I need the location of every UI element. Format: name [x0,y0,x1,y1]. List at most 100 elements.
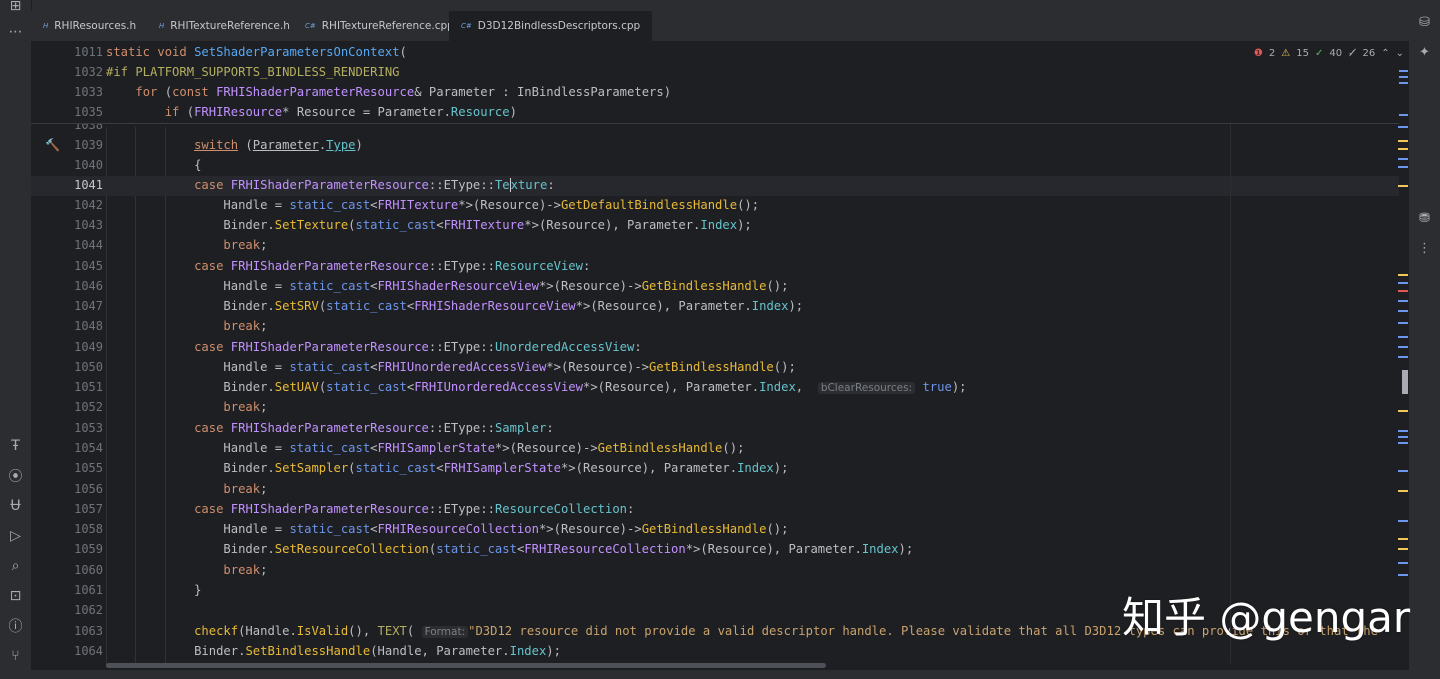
code-line[interactable]: Handle = static_cast<FRHISamplerState*>(… [106,441,744,455]
code-line[interactable]: for (const FRHIShaderParameterResource& … [106,85,671,99]
code-line[interactable]: break; [106,482,267,496]
punct: ); [898,542,914,556]
code-line[interactable]: case FRHIShaderParameterResource::EType:… [106,178,555,192]
terminal-icon[interactable]: ⊡ [0,584,31,608]
tab-rhitexturereference-h[interactable]: H RHITextureReference.h [147,11,302,41]
code-line[interactable]: break; [106,400,267,414]
punct: )-> [619,279,642,293]
keyword: static_cast [289,441,371,455]
scroll-marker[interactable] [1398,436,1408,438]
scroll-marker[interactable] [1398,346,1408,348]
punct: < [370,360,378,374]
code-line[interactable]: static void SetShaderParametersOnContext… [106,45,407,59]
scroll-marker[interactable] [1398,430,1408,432]
scroll-marker[interactable] [1398,158,1408,160]
scroll-marker[interactable] [1398,322,1408,324]
error-icon: ❶ [1253,47,1263,59]
problems-icon[interactable]: ⓘ [0,614,31,638]
code-editor[interactable]: 1038 1039 switch (Parameter.Type) 1040 {… [31,42,1409,669]
code-line[interactable]: Binder.SetSampler(static_cast<FRHISample… [106,461,788,475]
scroll-marker[interactable] [1398,548,1408,550]
tab-label: RHITextureReference.cpp [321,20,454,32]
tab-rhitexturereference-cpp[interactable]: C# RHITextureReference.cpp [293,11,466,41]
code-line[interactable]: Handle = static_cast<FRHIResourceCollect… [106,522,788,536]
ai-assistant-icon[interactable]: ✦ [1409,40,1440,64]
storage-icon[interactable]: ⛃ [1409,206,1440,230]
code-line[interactable]: } [106,583,201,597]
code-line[interactable]: { [106,158,201,172]
scroll-marker[interactable] [1398,442,1408,444]
typo-icon: ✓̸ [1348,47,1357,59]
inspection-widget[interactable]: ❶2 ⚠ 15 ✓ 40 ✓̸ 26 ⌃ ⌄ [1254,45,1404,61]
code-line[interactable]: case FRHIShaderParameterResource::EType:… [106,502,634,516]
code-line[interactable]: #if PLATFORM_SUPPORTS_BINDLESS_RENDERING [106,65,400,79]
scroll-marker[interactable] [1398,410,1408,412]
scroll-marker[interactable] [1398,562,1408,564]
services-icon[interactable]: ⦿ [0,464,31,488]
keyword: break [223,482,261,496]
text-tool-icon[interactable]: Ŧ [0,434,31,458]
code-line[interactable]: case FRHIShaderParameterResource::EType:… [106,259,590,273]
scroll-thumb[interactable] [1402,370,1408,394]
code-line[interactable]: if (FRHIResource* Resource = Parameter.R… [106,105,517,119]
code-line[interactable]: switch (Parameter.Type) [106,138,363,152]
scroll-marker[interactable] [1398,490,1408,492]
code-line[interactable]: break; [106,238,267,252]
code-line[interactable]: Handle = static_cast<FRHITexture*>(Resou… [106,198,759,212]
type-name: FRHISamplerState [443,461,561,475]
git-icon[interactable]: ⑂ [0,644,31,668]
scroll-marker[interactable] [1398,300,1408,302]
hammer-icon[interactable]: 🔨 [45,138,60,152]
code-text: Handle = [223,279,290,293]
header-file-icon: H [159,22,165,30]
chevron-down-icon[interactable]: ⌄ [1396,48,1404,59]
scroll-marker[interactable] [1398,356,1408,358]
code-line[interactable]: Binder.SetTexture(static_cast<FRHITextur… [106,218,751,232]
scroll-marker[interactable] [1398,274,1408,276]
unit-tests-icon[interactable]: Ʉ [0,494,31,518]
scroll-marker[interactable] [1398,336,1408,338]
horizontal-scrollbar[interactable] [106,663,826,668]
notifications-icon[interactable]: ⋮ [1409,236,1440,260]
scroll-marker[interactable] [1398,166,1408,168]
scroll-marker[interactable] [1398,282,1408,284]
code-line[interactable]: break; [106,319,267,333]
find-icon[interactable]: ⌕ [0,554,31,578]
scroll-marker[interactable] [1398,70,1408,72]
code-line[interactable]: Binder.SetSRV(static_cast<FRHIShaderReso… [106,299,803,313]
database-icon[interactable]: ⛁ [1409,10,1440,34]
code-line[interactable]: case FRHIShaderParameterResource::EType:… [106,421,554,435]
scroll-marker[interactable] [1398,520,1408,522]
parameter-hint: Format: [421,626,469,638]
punct: *>( [560,461,583,475]
chevron-up-icon[interactable]: ⌃ [1381,48,1389,59]
code-line[interactable]: Binder.SetUAV(static_cast<FRHIUnorderedA… [106,380,967,394]
scroll-marker[interactable] [1398,538,1408,540]
scroll-marker[interactable] [1398,82,1408,84]
scroll-marker[interactable] [1398,76,1408,78]
scroll-marker[interactable] [1398,290,1408,292]
run-icon[interactable]: ▷ [0,524,31,548]
code-line[interactable]: Binder.SetResourceCollection(static_cast… [106,542,913,556]
scroll-marker[interactable] [1398,574,1408,576]
code-line[interactable]: case FRHIShaderParameterResource::EType:… [106,340,642,354]
scroll-marker[interactable] [1398,470,1408,472]
code-line[interactable]: break; [106,563,267,577]
tab-d3d12bindlessdescriptors-cpp[interactable]: C# D3D12BindlessDescriptors.cpp [449,11,653,41]
code-line[interactable]: Handle = static_cast<FRHIUnorderedAccess… [106,360,795,374]
scroll-marker[interactable] [1398,126,1408,128]
punct: (); [737,198,760,212]
code-line[interactable]: Handle = static_cast<FRHIShaderResourceV… [106,279,788,293]
type-name: FRHISamplerState [377,441,495,455]
tab-rhiresources-h[interactable]: H RHIResources.h [31,11,148,41]
scroll-marker[interactable] [1398,310,1408,312]
scroll-marker[interactable] [1398,114,1408,116]
scroll-marker[interactable] [1398,140,1408,142]
function-call: GetBindlessHandle [649,360,774,374]
project-structure-icon[interactable]: ⊞ [0,0,31,18]
code-line[interactable]: Binder.SetBindlessHandle(Handle, Paramet… [106,644,561,658]
variable: Resource [707,542,767,556]
scroll-marker[interactable] [1398,185,1408,187]
scroll-marker[interactable] [1398,148,1408,150]
more-tools-icon[interactable]: ⋯ [0,20,31,44]
